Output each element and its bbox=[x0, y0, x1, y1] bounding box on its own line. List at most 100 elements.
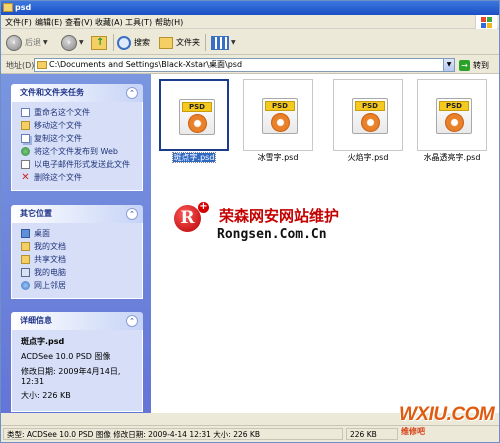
file-thumbnail[interactable]: PSD bbox=[159, 79, 229, 151]
go-button[interactable]: → 转到 bbox=[459, 58, 489, 72]
task-rename[interactable]: 重命名这个文件 bbox=[21, 106, 142, 119]
plus-icon: + bbox=[198, 201, 209, 213]
file-name-text: 斑点字.psd bbox=[171, 152, 217, 163]
wxiu-logo-subtext: 维修吧 bbox=[401, 427, 425, 436]
chevron-down-icon: ▼ bbox=[231, 39, 236, 46]
place-desktop[interactable]: 桌面 bbox=[21, 227, 142, 240]
back-label: 后退 bbox=[25, 38, 41, 47]
file-item[interactable]: PSD 斑点字.psd bbox=[159, 79, 229, 165]
address-bar: 地址(D) C:\Documents and Settings\Black-Xs… bbox=[1, 56, 499, 74]
details-filename: 斑点字.psd bbox=[21, 337, 65, 346]
other-places-header[interactable]: 其它位置 ⌃ bbox=[11, 205, 143, 223]
task-label: 以电子邮件形式发送此文件 bbox=[34, 160, 130, 169]
collapse-chevron-icon[interactable]: ⌃ bbox=[126, 87, 138, 99]
file-tasks-title: 文件和文件夹任务 bbox=[20, 88, 84, 97]
address-path: C:\Documents and Settings\Black-Xstar\桌面… bbox=[49, 60, 243, 69]
forward-button[interactable]: › ▼ bbox=[61, 33, 84, 52]
task-email[interactable]: 以电子邮件形式发送此文件 bbox=[21, 158, 142, 171]
file-tasks-header[interactable]: 文件和文件夹任务 ⌃ bbox=[11, 84, 143, 102]
menu-view[interactable]: 查看(V) bbox=[65, 17, 93, 28]
wxiu-watermark-logo: WXIU.COM 维修吧 bbox=[399, 404, 497, 440]
place-label: 我的文档 bbox=[34, 242, 66, 251]
task-publish-web[interactable]: 将这个文件发布到 Web bbox=[21, 145, 142, 158]
place-my-documents[interactable]: 我的文档 bbox=[21, 240, 142, 253]
back-button[interactable]: ‹ 后退 ▼ bbox=[6, 33, 48, 52]
watermark-url-text: Rongsen.Com.Cn bbox=[217, 227, 327, 242]
shared-folder-icon bbox=[21, 255, 30, 264]
task-label: 重命名这个文件 bbox=[34, 108, 90, 117]
watermark-chinese-text: 荣森网安网站维护 bbox=[219, 207, 340, 225]
file-name-text: 火焰字.psd bbox=[347, 153, 389, 162]
menu-favorites[interactable]: 收藏(A) bbox=[95, 17, 123, 28]
address-dropdown-button[interactable]: ▼ bbox=[443, 59, 454, 71]
file-item[interactable]: PSD 冰雪字.psd bbox=[243, 79, 313, 165]
details-modified: 修改日期: 2009年4月14日, 12:31 bbox=[21, 367, 121, 386]
place-label: 共享文档 bbox=[34, 255, 66, 264]
toolbar-separator bbox=[113, 34, 114, 51]
details-size: 大小: 226 KB bbox=[21, 391, 71, 400]
place-shared-documents[interactable]: 共享文档 bbox=[21, 253, 142, 266]
file-item[interactable]: PSD 火焰字.psd bbox=[333, 79, 403, 165]
task-delete[interactable]: ✕ 删除这个文件 bbox=[21, 171, 142, 184]
menu-bar: 文件(F) 编辑(E) 查看(V) 收藏(A) 工具(T) 帮助(H) bbox=[1, 15, 499, 29]
task-copy[interactable]: 复制这个文件 bbox=[21, 132, 142, 145]
place-label: 网上邻居 bbox=[34, 281, 66, 290]
menu-file[interactable]: 文件(F) bbox=[5, 17, 32, 28]
rongsen-logo: R bbox=[174, 205, 201, 232]
go-label: 转到 bbox=[473, 60, 489, 70]
file-name[interactable]: 火焰字.psd bbox=[328, 153, 408, 163]
place-my-computer[interactable]: 我的电脑 bbox=[21, 266, 142, 279]
views-button[interactable]: ▼ bbox=[211, 33, 236, 52]
details-header[interactable]: 详细信息 ⌃ bbox=[11, 312, 143, 330]
folder-icon bbox=[3, 3, 13, 12]
task-move[interactable]: 移动这个文件 bbox=[21, 119, 142, 132]
task-pane: 文件和文件夹任务 ⌃ 重命名这个文件 移动这个文件 复制这个文件 将这个文件发布… bbox=[1, 74, 151, 413]
file-name[interactable]: 斑点字.psd bbox=[154, 152, 234, 163]
file-name-text: 冰雪字.psd bbox=[257, 153, 299, 162]
back-arrow-icon: ‹ bbox=[6, 34, 22, 51]
menu-tools[interactable]: 工具(T) bbox=[125, 17, 152, 28]
status-info: 类型: ACDSee 10.0 PSD 图像 修改日期: 2009-4-14 1… bbox=[3, 428, 343, 440]
wxiu-logo-text: WXIU.COM bbox=[399, 404, 495, 425]
computer-icon bbox=[21, 268, 30, 277]
psd-file-icon: PSD bbox=[262, 98, 298, 134]
psd-disc-icon bbox=[361, 113, 380, 132]
place-label: 我的电脑 bbox=[34, 268, 66, 277]
up-folder-button[interactable]: ↑ bbox=[91, 33, 107, 52]
folders-label: 文件夹 bbox=[176, 38, 200, 47]
details-body: 斑点字.psd ACDSee 10.0 PSD 图像 修改日期: 2009年4月… bbox=[11, 330, 143, 412]
collapse-chevron-icon[interactable]: ⌃ bbox=[126, 315, 138, 327]
task-label: 复制这个文件 bbox=[34, 134, 82, 143]
search-button[interactable]: 搜索 bbox=[117, 33, 150, 52]
menu-help[interactable]: 帮助(H) bbox=[155, 17, 183, 28]
psd-badge: PSD bbox=[182, 102, 212, 112]
file-name[interactable]: 冰雪字.psd bbox=[238, 153, 318, 163]
status-size: 226 KB bbox=[346, 428, 398, 440]
documents-folder-icon bbox=[21, 242, 30, 251]
file-name[interactable]: 水晶透亮字.psd bbox=[412, 153, 492, 163]
collapse-chevron-icon[interactable]: ⌃ bbox=[126, 208, 138, 220]
toolbar: ‹ 后退 ▼ › ▼ ↑ 搜索 文件夹 ▼ bbox=[1, 30, 499, 55]
rename-icon bbox=[21, 108, 30, 117]
views-grid-icon bbox=[211, 35, 229, 50]
file-item[interactable]: PSD 水晶透亮字.psd bbox=[417, 79, 487, 165]
file-thumbnail[interactable]: PSD bbox=[417, 79, 487, 151]
file-thumbnail[interactable]: PSD bbox=[333, 79, 403, 151]
file-view[interactable]: PSD 斑点字.psd PSD 冰雪字.psd PSD 火焰字.psd PSD … bbox=[151, 74, 499, 413]
network-icon bbox=[21, 281, 30, 290]
go-arrow-icon: → bbox=[459, 59, 470, 71]
file-thumbnail[interactable]: PSD bbox=[243, 79, 313, 151]
psd-badge: PSD bbox=[439, 101, 469, 111]
address-input[interactable]: C:\Documents and Settings\Black-Xstar\桌面… bbox=[34, 58, 455, 72]
chevron-down-icon: ▼ bbox=[43, 39, 48, 46]
title-bar[interactable]: psd bbox=[1, 1, 499, 15]
details-title: 详细信息 bbox=[20, 316, 52, 325]
publish-web-icon bbox=[21, 147, 30, 156]
psd-badge: PSD bbox=[355, 101, 385, 111]
place-network[interactable]: 网上邻居 bbox=[21, 279, 142, 292]
other-places-title: 其它位置 bbox=[20, 209, 52, 218]
menu-edit[interactable]: 编辑(E) bbox=[35, 17, 62, 28]
folders-button[interactable]: 文件夹 bbox=[159, 33, 200, 52]
place-label: 桌面 bbox=[34, 229, 50, 238]
windows-logo-icon bbox=[475, 15, 497, 29]
